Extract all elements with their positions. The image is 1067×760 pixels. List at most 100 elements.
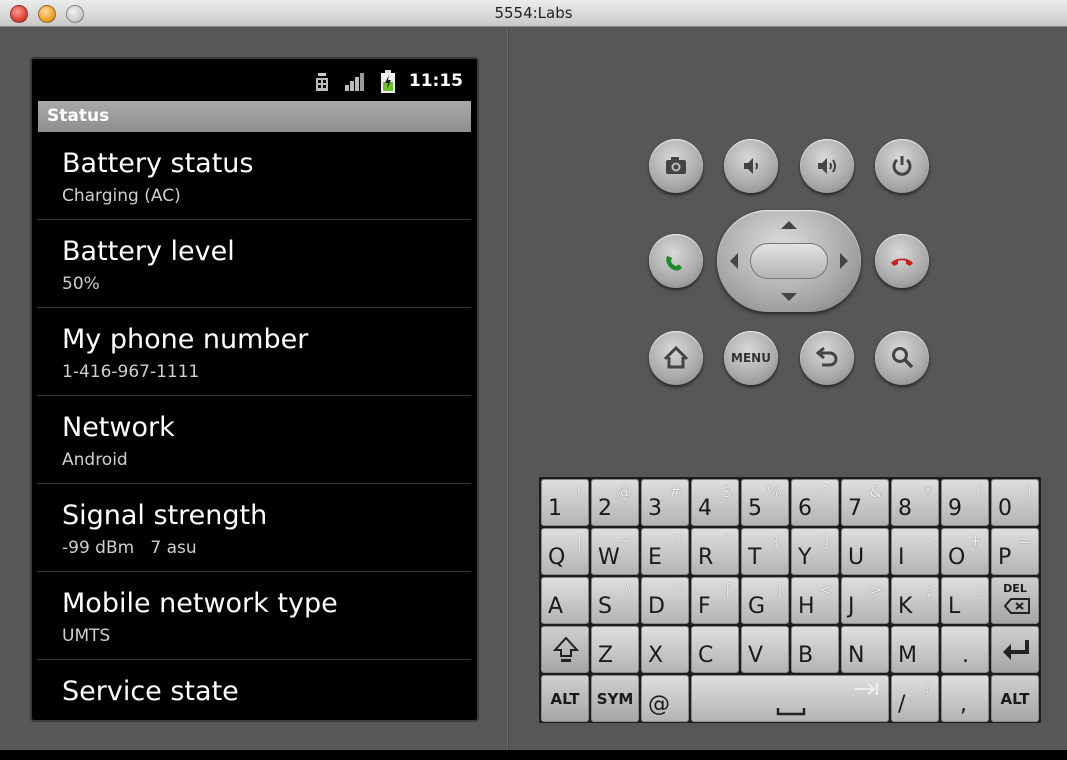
window-title: 5554:Labs bbox=[494, 4, 573, 22]
list-item-network[interactable]: Network Android bbox=[38, 396, 471, 484]
key-n[interactable]: N bbox=[841, 626, 889, 673]
key-t[interactable]: T{ bbox=[741, 528, 789, 575]
key-4[interactable]: 4 $ bbox=[691, 479, 739, 526]
key-v[interactable]: V bbox=[741, 626, 789, 673]
key-i[interactable]: I- bbox=[891, 528, 939, 575]
item-value: 1-416-967-1111 bbox=[62, 362, 200, 382]
key-1[interactable]: 1! bbox=[541, 479, 589, 526]
key-a[interactable]: A bbox=[541, 577, 589, 624]
key-b[interactable]: B bbox=[791, 626, 839, 673]
key-alt-left[interactable]: ALT bbox=[541, 675, 589, 722]
key-m[interactable]: M bbox=[891, 626, 939, 673]
key-h[interactable]: H < bbox=[791, 577, 839, 624]
back-icon bbox=[815, 346, 838, 367]
key-9[interactable]: 9( bbox=[941, 479, 989, 526]
key-5[interactable]: 5% bbox=[741, 479, 789, 526]
key-f[interactable]: F[ bbox=[691, 577, 739, 624]
key-y[interactable]: Y} bbox=[791, 528, 839, 575]
key-e[interactable]: E " bbox=[641, 528, 689, 575]
list-item-signal-strength[interactable]: Signal strength -99 dBm 7 asu bbox=[38, 484, 471, 572]
menu-button[interactable]: MENU bbox=[724, 331, 778, 385]
key-2[interactable]: 2 @ bbox=[591, 479, 639, 526]
key-c[interactable]: C bbox=[691, 626, 739, 673]
item-title: Service state bbox=[62, 676, 239, 707]
power-icon bbox=[892, 156, 912, 176]
key-p[interactable]: P = bbox=[991, 528, 1039, 575]
volume-down-button[interactable] bbox=[724, 139, 778, 193]
key-0[interactable]: 0) bbox=[991, 479, 1039, 526]
search-button[interactable] bbox=[875, 331, 929, 385]
key-shift[interactable] bbox=[541, 626, 589, 673]
shift-icon bbox=[553, 636, 579, 662]
space-icon bbox=[776, 708, 806, 716]
enter-icon bbox=[1003, 640, 1029, 660]
call-button[interactable] bbox=[649, 234, 703, 288]
key-j[interactable]: J > bbox=[841, 577, 889, 624]
key-q[interactable]: Q | bbox=[541, 528, 589, 575]
key-period[interactable]: . bbox=[941, 626, 989, 673]
search-icon bbox=[892, 347, 914, 369]
bottom-edge bbox=[0, 750, 1067, 760]
hardware-keyboard: 1! 2 @ 3 # 4 $ 5% 6 ^ 7 & 8 * 9( 0) Q | W ~ E " R… bbox=[539, 477, 1041, 723]
key-3[interactable]: 3 # bbox=[641, 479, 689, 526]
key-8[interactable]: 8 * bbox=[891, 479, 939, 526]
status-list: Battery status Charging (AC) Battery lev… bbox=[38, 132, 471, 720]
dpad[interactable] bbox=[717, 210, 861, 312]
dpad-right-icon[interactable] bbox=[838, 251, 850, 271]
emulator-window: 5554:Labs 11:15 Status Battery status Ch… bbox=[0, 0, 1067, 750]
signal-icon bbox=[345, 73, 364, 91]
list-item-service-state[interactable]: Service state bbox=[38, 660, 471, 720]
key-d[interactable]: D ' bbox=[641, 577, 689, 624]
list-item-phone-number[interactable]: My phone number 1-416-967-1111 bbox=[38, 308, 471, 396]
end-call-button[interactable] bbox=[875, 234, 929, 288]
list-item-battery-level[interactable]: Battery level 50% bbox=[38, 220, 471, 308]
title-bar: 5554:Labs bbox=[0, 0, 1067, 27]
key-s[interactable]: S \ bbox=[591, 577, 639, 624]
dpad-center-button[interactable] bbox=[750, 243, 828, 279]
key-alt-right[interactable]: ALT bbox=[991, 675, 1039, 722]
item-title: Network bbox=[62, 412, 175, 443]
volume-up-button[interactable] bbox=[800, 139, 854, 193]
key-o[interactable]: O + bbox=[941, 528, 989, 575]
item-title: Signal strength bbox=[62, 500, 268, 531]
power-button[interactable] bbox=[875, 139, 929, 193]
key-w[interactable]: W ~ bbox=[591, 528, 639, 575]
key-k[interactable]: K; bbox=[891, 577, 939, 624]
end-call-icon bbox=[891, 258, 913, 266]
phone-screen[interactable]: 11:15 Status Battery status Charging (AC… bbox=[30, 57, 479, 722]
key-del[interactable]: DEL bbox=[991, 577, 1039, 624]
key-enter[interactable] bbox=[991, 626, 1039, 673]
item-value: Charging (AC) bbox=[62, 186, 181, 206]
sim-icon bbox=[316, 73, 328, 91]
dpad-left-icon[interactable] bbox=[728, 251, 740, 271]
volume-up-icon bbox=[818, 158, 836, 174]
item-title: Battery status bbox=[62, 148, 254, 179]
key-6[interactable]: 6 ^ bbox=[791, 479, 839, 526]
key-comma[interactable]: , bbox=[941, 675, 989, 722]
item-value: -99 dBm 7 asu bbox=[62, 538, 197, 558]
camera-icon bbox=[666, 157, 686, 174]
phone-call-icon bbox=[666, 256, 682, 271]
list-item-battery-status[interactable]: Battery status Charging (AC) bbox=[38, 132, 471, 220]
key-g[interactable]: G] bbox=[741, 577, 789, 624]
dpad-down-icon[interactable] bbox=[779, 291, 799, 303]
key-7[interactable]: 7 & bbox=[841, 479, 889, 526]
key-space[interactable] bbox=[691, 675, 889, 722]
status-header: Status bbox=[38, 101, 471, 132]
camera-button[interactable] bbox=[649, 139, 703, 193]
key-z[interactable]: Z bbox=[591, 626, 639, 673]
list-item-mobile-network-type[interactable]: Mobile network type UMTS bbox=[38, 572, 471, 660]
dpad-up-icon[interactable] bbox=[779, 219, 799, 231]
key-at[interactable]: @ bbox=[641, 675, 689, 722]
key-r[interactable]: R ` bbox=[691, 528, 739, 575]
home-button[interactable] bbox=[649, 331, 703, 385]
item-value: 50% bbox=[62, 274, 100, 294]
key-u[interactable]: U- bbox=[841, 528, 889, 575]
page-title: Status bbox=[47, 106, 110, 126]
key-l[interactable]: L: bbox=[941, 577, 989, 624]
key-sym[interactable]: SYM bbox=[591, 675, 639, 722]
back-button[interactable] bbox=[800, 331, 854, 385]
key-x[interactable]: X bbox=[641, 626, 689, 673]
key-slash[interactable]: /? bbox=[891, 675, 939, 722]
key-del-label: DEL bbox=[1003, 582, 1027, 595]
